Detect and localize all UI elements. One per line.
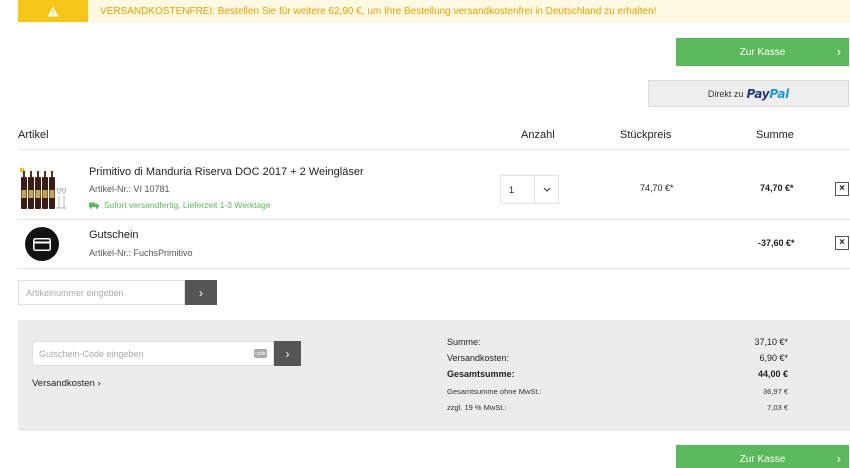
notice-highlight: VERSANDKOSTENFREI bbox=[100, 5, 213, 17]
item-total: 74,70 €* bbox=[760, 183, 794, 193]
product-image[interactable] bbox=[18, 165, 68, 211]
close-icon: × bbox=[839, 237, 845, 248]
summary-value-grand-total: 44,00 € bbox=[757, 369, 788, 379]
summary-value-vat: 7,03 € bbox=[767, 403, 788, 412]
shipping-notice-bar: VERSANDKOSTENFREI: Bestellen Sie für wei… bbox=[18, 0, 850, 22]
divider bbox=[18, 149, 850, 150]
voucher-sku: Artikel-Nr.: FuchsPrimitivo bbox=[89, 248, 193, 258]
voucher-code-placeholder: Gutschein-Code eingeben bbox=[39, 348, 144, 359]
paypal-logo-pal: Pal bbox=[769, 86, 790, 101]
summary-label-vat: zzgl. 19 % MwSt.: bbox=[447, 403, 507, 412]
close-icon: × bbox=[839, 183, 845, 194]
summary-label-subtotal: Summe: bbox=[447, 337, 481, 347]
summary-label-grand-total: Gesamtsumme: bbox=[447, 369, 515, 379]
item-title[interactable]: Primitivo di Manduria Riserva DOC 2017 +… bbox=[89, 166, 364, 178]
voucher-title: Gutschein bbox=[89, 229, 139, 241]
voucher-total: -37,60 €* bbox=[758, 238, 795, 248]
divider bbox=[18, 219, 850, 220]
item-unit-price: 74,70 €* bbox=[640, 183, 674, 193]
chevron-right-icon: › bbox=[285, 346, 290, 361]
sku-label: Artikel-Nr.: bbox=[89, 184, 132, 194]
voucher-code-input[interactable]: Gutschein-Code eingeben code bbox=[32, 341, 274, 366]
chevron-right-icon: › bbox=[199, 285, 203, 300]
summary-value-subtotal: 37,10 €* bbox=[754, 337, 788, 347]
voucher-icon bbox=[25, 227, 59, 261]
shipping-costs-link[interactable]: Versandkosten › bbox=[32, 378, 101, 389]
summary-label-net-total: Gesamtsumme ohne MwSt.: bbox=[447, 387, 542, 396]
summary-value-net-total: 36,97 € bbox=[762, 387, 788, 396]
quantity-select[interactable]: 1 bbox=[500, 175, 559, 204]
sku-value: FuchsPrimitivo bbox=[133, 248, 193, 258]
article-number-submit-button[interactable]: › bbox=[185, 280, 217, 305]
voucher-submit-button[interactable]: › bbox=[274, 341, 301, 366]
article-number-input[interactable]: Artikelnummer eingeben bbox=[18, 280, 185, 305]
item-sku: Artikel-Nr.: VI 10781 bbox=[89, 184, 170, 194]
paypal-express-button[interactable]: Direkt zu PayPal bbox=[648, 80, 849, 107]
summary-label-shipping: Versandkosten: bbox=[447, 353, 510, 363]
notice-icon-box bbox=[18, 0, 88, 22]
sku-label: Artikel-Nr.: bbox=[89, 248, 132, 258]
paypal-logo-pay: Pay bbox=[746, 86, 770, 101]
header-article: Artikel bbox=[18, 129, 49, 141]
divider bbox=[18, 268, 850, 269]
summary-panel bbox=[18, 320, 850, 431]
delivery-text: Sofort versandfertig, Lieferzeit 1-3 Wer… bbox=[104, 200, 271, 210]
code-tag-icon: code bbox=[254, 349, 267, 358]
checkout-label: Zur Kasse bbox=[739, 46, 786, 58]
checkout-button-bottom[interactable]: Zur Kasse › bbox=[676, 445, 849, 468]
checkout-label: Zur Kasse bbox=[739, 453, 786, 465]
notice-text: VERSANDKOSTENFREI: Bestellen Sie für wei… bbox=[88, 6, 656, 17]
header-quantity: Anzahl bbox=[521, 129, 555, 141]
remove-item-button[interactable]: × bbox=[835, 182, 849, 196]
delivery-info: Sofort versandfertig, Lieferzeit 1-3 Wer… bbox=[89, 200, 271, 210]
paypal-prefix: Direkt zu bbox=[707, 88, 744, 99]
summary-value-shipping: 6,90 €* bbox=[759, 353, 788, 363]
sku-value: VI 10781 bbox=[133, 184, 170, 194]
paypal-logo: PayPal bbox=[746, 87, 789, 101]
quantity-value: 1 bbox=[509, 184, 515, 195]
notice-message: : Bestellen Sie für weitere 62,90 €, um … bbox=[212, 5, 657, 17]
chevron-down-icon bbox=[534, 176, 558, 203]
header-total: Summe bbox=[756, 129, 794, 141]
chevron-right-icon: › bbox=[836, 450, 841, 466]
warning-icon bbox=[47, 6, 59, 16]
header-unit-price: Stückpreis bbox=[620, 129, 672, 141]
checkout-button-top[interactable]: Zur Kasse › bbox=[676, 38, 849, 66]
remove-voucher-button[interactable]: × bbox=[835, 236, 849, 250]
truck-icon bbox=[89, 202, 99, 209]
chevron-right-icon: › bbox=[836, 43, 841, 59]
